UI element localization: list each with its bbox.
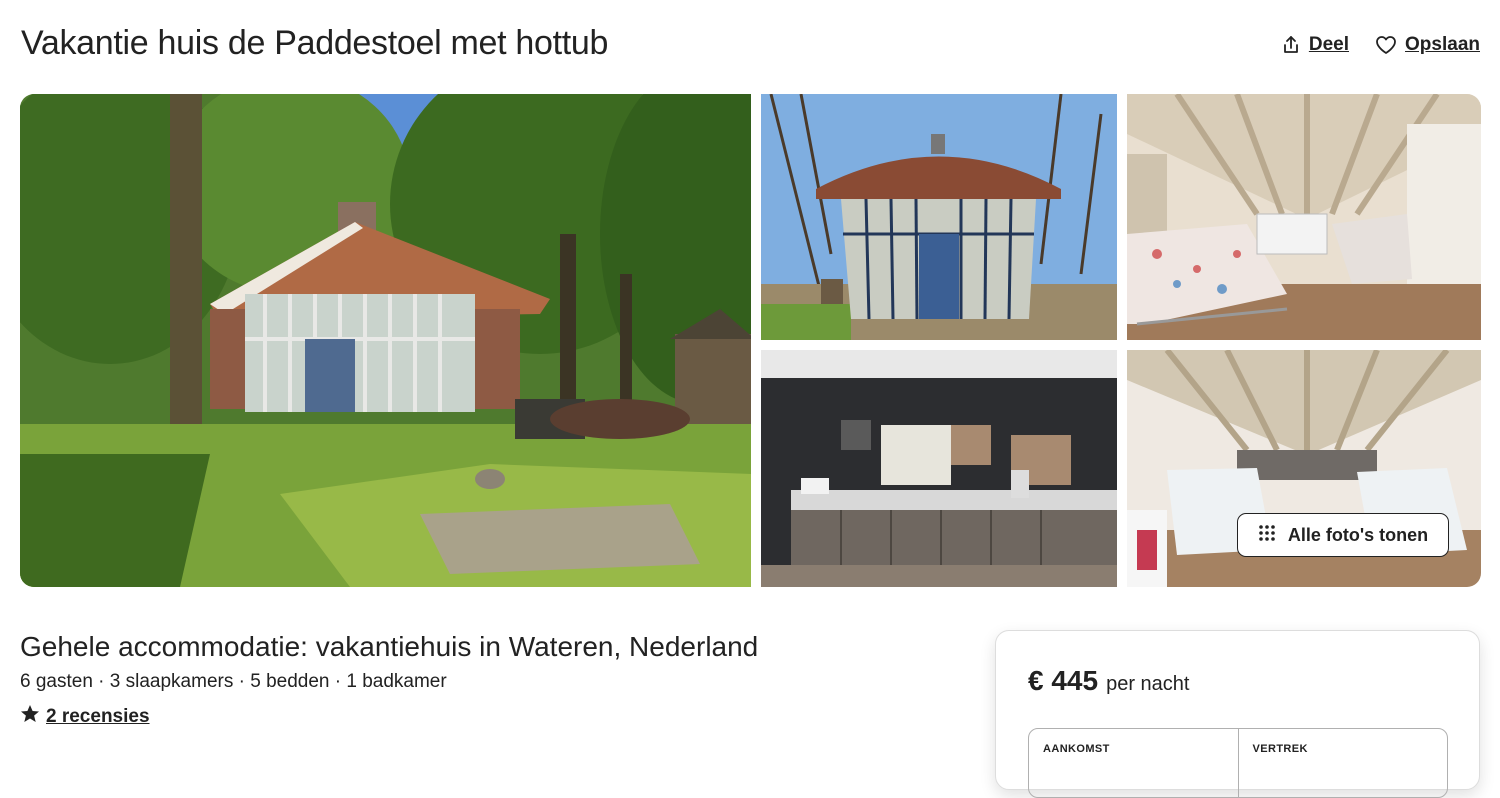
listing-title: Vakantie huis de Paddestoel met hottub <box>21 24 609 62</box>
listing-subtitle: Gehele accommodatie: vakantiehuis in Wat… <box>20 631 759 662</box>
share-button[interactable]: Deel <box>1281 34 1349 56</box>
checkin-label: AANKOMST <box>1043 743 1110 755</box>
grid-dots-icon <box>1258 524 1276 547</box>
share-icon <box>1281 35 1301 55</box>
listing-facts: 6 gasten · 3 slaapkamers · 5 bedden · 1 … <box>20 671 447 692</box>
price-amount: € 445 <box>1028 665 1099 696</box>
booking-card: € 445 per nacht AANKOMST VERTREK <box>995 630 1480 798</box>
checkout-label: VERTREK <box>1252 743 1308 755</box>
date-picker[interactable]: AANKOMST VERTREK <box>1028 728 1448 798</box>
listing-actions: Deel Opslaan <box>1281 34 1480 56</box>
photo-main-exterior[interactable] <box>20 94 751 587</box>
photo-attic-bedroom[interactable] <box>1127 94 1481 340</box>
price-unit: per nacht <box>1106 673 1190 695</box>
checkout-field[interactable]: VERTREK <box>1237 729 1448 797</box>
heart-icon <box>1375 35 1397 55</box>
star-icon <box>20 704 40 730</box>
reviews-link[interactable]: 2 recensies <box>46 706 150 728</box>
show-all-photos-button[interactable]: Alle foto's tonen <box>1237 513 1449 557</box>
save-label: Opslaan <box>1405 34 1480 55</box>
reviews-summary: 2 recensies <box>20 704 150 730</box>
save-button[interactable]: Opslaan <box>1375 34 1480 56</box>
photo-kitchen[interactable] <box>761 350 1117 587</box>
share-label: Deel <box>1308 34 1350 55</box>
photo-front-view[interactable] <box>761 94 1117 340</box>
show-all-photos-label: Alle foto's tonen <box>1287 524 1429 545</box>
nightly-price: € 445 per nacht <box>1028 665 1189 697</box>
checkin-field[interactable]: AANKOMST <box>1029 729 1238 797</box>
